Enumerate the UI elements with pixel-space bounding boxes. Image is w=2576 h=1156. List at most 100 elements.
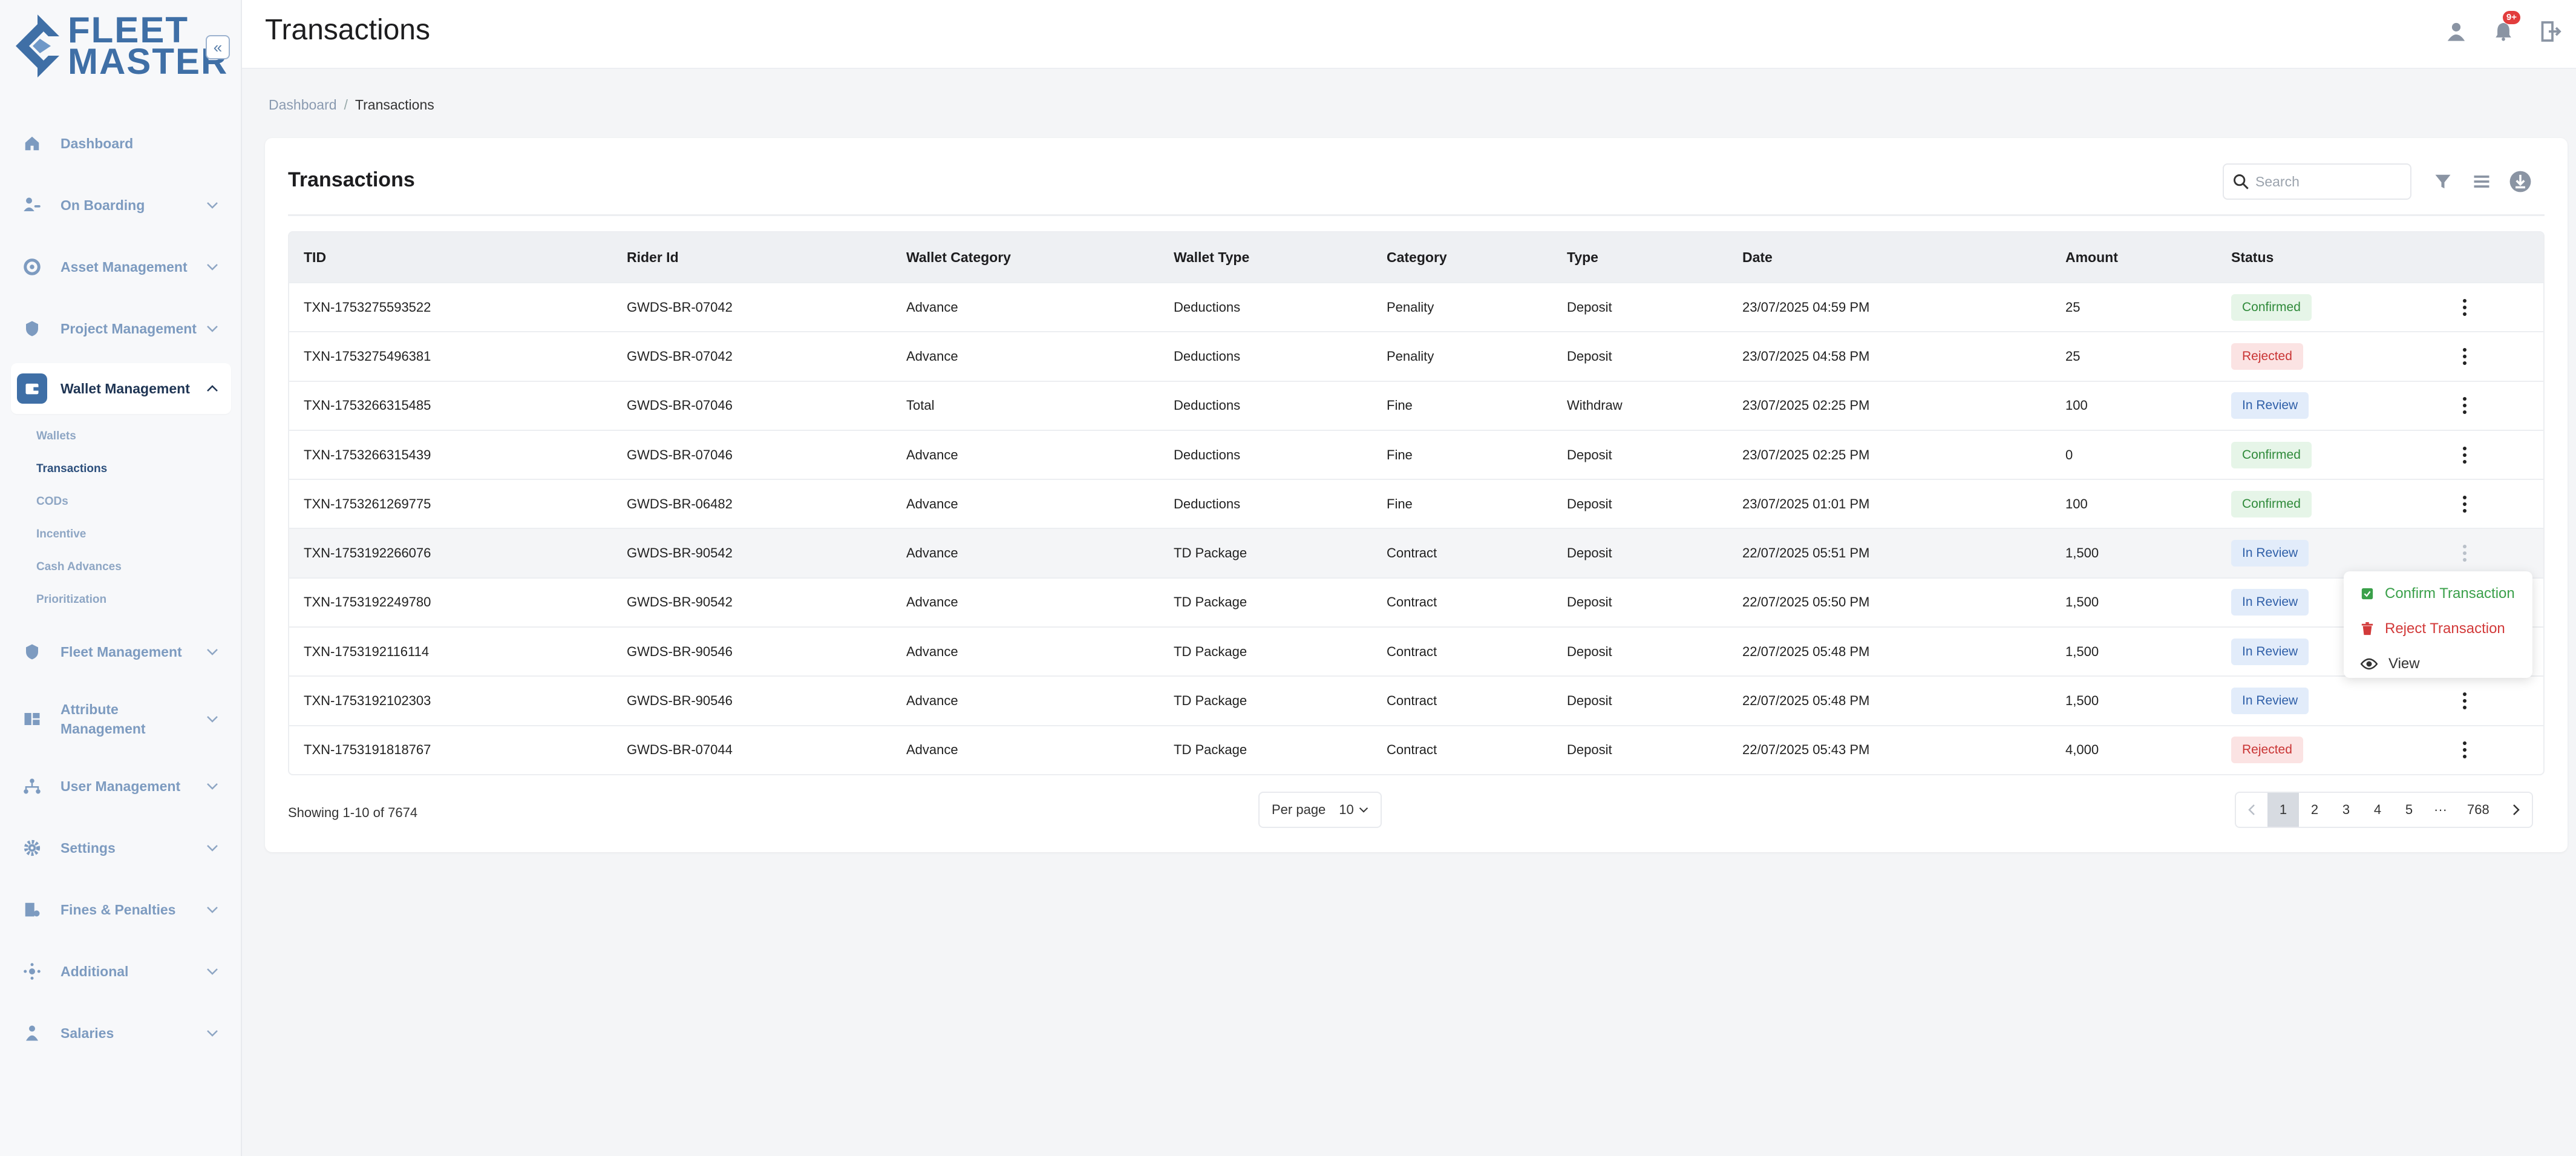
type-cell: Deposit [1567, 348, 1612, 364]
sidebar-subitem-cash-advances[interactable]: Cash Advances [36, 551, 231, 583]
date-cell: 23/07/2025 02:25 PM [1742, 447, 1870, 462]
page-button[interactable]: 5 [2393, 793, 2425, 827]
wallet-category-cell: Advance [906, 299, 958, 315]
table-row[interactable]: TXN-1753192102303 GWDS-BR-90546 Advance TD … [289, 675, 2543, 724]
column-header-wallet-type[interactable]: Wallet Type [1159, 249, 1372, 266]
category-cell: Fine [1387, 447, 1413, 462]
next-page-button[interactable] [2500, 793, 2532, 827]
type-cell: Withdraw [1567, 398, 1623, 413]
sidebar-item-asset-management[interactable]: Asset Management [11, 236, 231, 298]
more-vertical-icon[interactable] [2456, 541, 2474, 565]
search-input[interactable] [2255, 173, 2401, 190]
wallet-category-cell: Advance [906, 742, 958, 758]
column-header-wallet-category[interactable]: Wallet Category [892, 249, 1159, 266]
sidebar-subitem-incentive[interactable]: Incentive [36, 518, 231, 551]
amount-cell: 1,500 [2065, 643, 2099, 659]
type-cell: Deposit [1567, 447, 1612, 462]
sidebar-item-user-management[interactable]: User Management [11, 755, 231, 817]
tid-cell: TXN-1753191818767 [304, 742, 431, 758]
more-vertical-icon[interactable] [2456, 295, 2474, 320]
confirm-transaction-menu-item[interactable]: Confirm Transaction [2344, 576, 2532, 611]
table-row[interactable]: TXN-1753266315439 GWDS-BR-07046 Advance Ded… [289, 429, 2543, 479]
type-cell: Deposit [1567, 594, 1612, 610]
status-badge: In Review [2231, 688, 2309, 715]
chevron-down-icon [203, 715, 221, 723]
top-header: Transactions 9+ [242, 0, 2576, 69]
rider-id-cell: GWDS-BR-06482 [627, 496, 733, 511]
chevron-down-icon [203, 906, 221, 913]
tid-cell: TXN-1753192266076 [304, 545, 431, 561]
sidebar-subitem-wallets[interactable]: Wallets [36, 420, 231, 453]
gear-icon [17, 833, 47, 863]
eye-icon [2361, 658, 2378, 670]
sidebar-item-wallet-management[interactable]: Wallet Management [11, 363, 231, 414]
per-page-selector[interactable]: Per page 10 [1258, 792, 1382, 828]
sidebar-item-attribute-management[interactable]: Attribute Management [11, 683, 231, 755]
column-header-category[interactable]: Category [1372, 249, 1552, 266]
sidebar-item-fines-penalties[interactable]: Fines & Penalties [11, 879, 231, 941]
more-vertical-icon[interactable] [2456, 492, 2474, 516]
more-vertical-icon[interactable] [2456, 344, 2474, 369]
collapse-sidebar-button[interactable]: « [206, 35, 230, 59]
more-vertical-icon[interactable] [2456, 689, 2474, 713]
status-badge: Confirmed [2231, 294, 2312, 321]
notification-bell-icon[interactable]: 9+ [2490, 11, 2520, 45]
profile-icon[interactable] [2443, 18, 2470, 45]
sidebar-item-salaries[interactable]: Salaries [11, 1002, 231, 1064]
more-vertical-icon[interactable] [2456, 393, 2474, 418]
table-row[interactable]: TXN-1753266315485 GWDS-BR-07046 Total Deduc… [289, 380, 2543, 430]
more-vertical-icon[interactable] [2456, 443, 2474, 467]
column-header-type[interactable]: Type [1552, 249, 1728, 266]
sidebar-item-on-boarding[interactable]: On Boarding [11, 174, 231, 236]
prev-page-button[interactable] [2236, 793, 2267, 827]
table-row[interactable]: TXN-1753275593522 GWDS-BR-07042 Advance Ded… [289, 282, 2543, 331]
column-header-date[interactable]: Date [1728, 249, 2051, 266]
filter-icon[interactable] [2430, 168, 2456, 195]
more-vertical-icon[interactable] [2456, 738, 2474, 762]
category-cell: Penality [1387, 348, 1434, 364]
table-row[interactable]: TXN-1753191818767 GWDS-BR-07044 Advance TD … [289, 724, 2543, 774]
rider-id-cell: GWDS-BR-07044 [627, 742, 733, 758]
page-button[interactable]: 2 [2299, 793, 2330, 827]
amount-cell: 1,500 [2065, 594, 2099, 610]
status-cell: In Review [2217, 392, 2447, 419]
page-button[interactable]: 768 [2456, 793, 2500, 827]
logout-icon[interactable] [2537, 18, 2564, 45]
sidebar-subitem-transactions[interactable]: Transactions [36, 453, 231, 485]
reject-transaction-menu-item[interactable]: Reject Transaction [2344, 611, 2532, 646]
sidebar-subitem-prioritization[interactable]: Prioritization [36, 583, 231, 616]
page-button[interactable]: 3 [2330, 793, 2362, 827]
sidebar-item-settings[interactable]: Settings [11, 817, 231, 879]
download-icon[interactable] [2507, 168, 2534, 195]
sidebar-item-dashboard[interactable]: Dashboard [11, 113, 231, 174]
column-header-rider-id[interactable]: Rider Id [612, 249, 892, 266]
column-header-amount[interactable]: Amount [2051, 249, 2217, 266]
amount-cell: 100 [2065, 398, 2088, 413]
table-row[interactable]: TXN-1753192116114 GWDS-BR-90546 Advance TD … [289, 626, 2543, 675]
page-button[interactable]: 1 [2267, 793, 2299, 827]
table-row[interactable]: TXN-1753192266076 GWDS-BR-90542 Advance TD … [289, 528, 2543, 577]
sidebar-item-fleet-management[interactable]: Fleet Management [11, 621, 231, 683]
pagination: 1 2 3 4 5 ··· 768 [2235, 792, 2533, 828]
table-row[interactable]: TXN-1753261269775 GWDS-BR-06482 Advance Ded… [289, 479, 2543, 528]
sidebar-subitem-cods[interactable]: CODs [36, 485, 231, 518]
brand-logo[interactable]: FLEET MASTER [16, 12, 228, 80]
sidebar-item-additional[interactable]: Additional [11, 941, 231, 1002]
table-row[interactable]: TXN-1753275496381 GWDS-BR-07042 Advance Ded… [289, 331, 2543, 380]
status-cell: In Review [2217, 688, 2447, 715]
search-box[interactable] [2223, 163, 2411, 200]
status-cell: Confirmed [2217, 294, 2447, 321]
per-page-select[interactable]: 10 [1339, 802, 1368, 818]
column-header-status[interactable]: Status [2217, 249, 2447, 266]
sidebar-item-label: Project Management [60, 321, 197, 337]
sidebar-item-project-management[interactable]: Project Management [11, 298, 231, 360]
page-button[interactable]: 4 [2362, 793, 2393, 827]
column-list-icon[interactable] [2468, 168, 2495, 195]
date-cell: 22/07/2025 05:43 PM [1742, 742, 1870, 758]
table-row[interactable]: TXN-1753192249780 GWDS-BR-90542 Advance TD … [289, 577, 2543, 626]
breadcrumb-dashboard-link[interactable]: Dashboard [269, 97, 337, 113]
view-transaction-menu-item[interactable]: View [2344, 646, 2532, 681]
column-header-tid[interactable]: TID [289, 249, 612, 266]
onboarding-icon [17, 190, 47, 220]
chevron-down-icon [203, 263, 221, 271]
